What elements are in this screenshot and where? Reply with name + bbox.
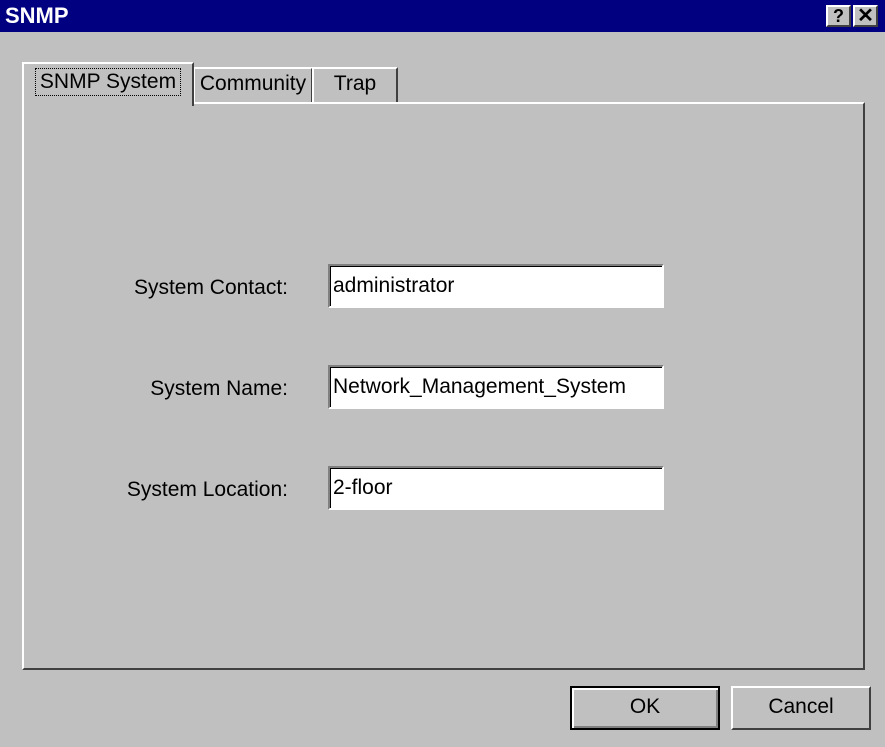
- help-button[interactable]: ?: [826, 5, 851, 27]
- cancel-button[interactable]: Cancel: [731, 686, 871, 730]
- tab-trap[interactable]: Trap: [312, 67, 398, 103]
- help-icon: ?: [833, 6, 844, 26]
- tab-community[interactable]: Community: [193, 67, 313, 103]
- system-name-input[interactable]: [328, 365, 664, 409]
- tab-label: Community: [199, 72, 307, 95]
- title-bar[interactable]: SNMP ? ✕: [0, 0, 885, 32]
- snmp-system-panel: System Contact: System Name: System Loca…: [22, 102, 865, 670]
- close-button[interactable]: ✕: [853, 5, 878, 27]
- tab-label: Trap: [333, 72, 377, 95]
- tab-snmp-system[interactable]: SNMP System: [22, 62, 194, 106]
- system-location-label: System Location:: [126, 478, 288, 501]
- system-name-label: System Name:: [150, 377, 288, 400]
- ok-button[interactable]: OK: [570, 686, 720, 730]
- tab-label: SNMP System: [34, 68, 182, 96]
- system-contact-input[interactable]: [328, 264, 664, 308]
- close-icon: ✕: [857, 5, 874, 27]
- snmp-dialog: SNMP ? ✕ SNMP System Community Trap Syst…: [0, 0, 885, 747]
- system-contact-label: System Contact:: [133, 276, 288, 299]
- window-title: SNMP: [5, 3, 69, 28]
- system-location-input[interactable]: [328, 466, 664, 510]
